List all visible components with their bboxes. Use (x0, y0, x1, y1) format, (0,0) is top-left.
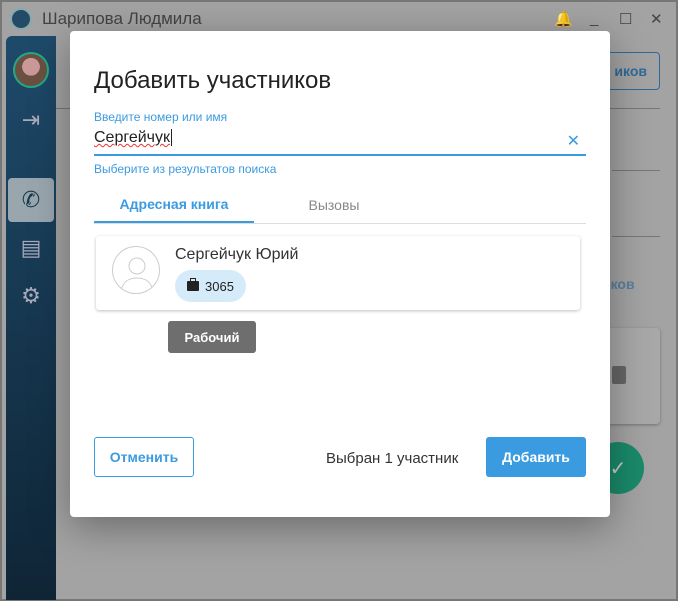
contact-result[interactable]: Сергейчук Юрий 3065 (96, 236, 580, 310)
trash-icon (612, 366, 626, 384)
chat-icon[interactable]: ▤ (6, 226, 56, 270)
tabs: Адресная книга Вызовы (94, 186, 586, 224)
divider (612, 170, 660, 171)
phone-number-chip[interactable]: 3065 (175, 270, 246, 302)
search-hint: Выберите из результатов поиска (94, 162, 277, 176)
contact-name: Сергейчук Юрий (175, 246, 299, 263)
window-title: Шарипова Людмила (42, 9, 202, 28)
search-input[interactable]: Сергейчук ✕ (94, 129, 586, 156)
app-logo (10, 8, 32, 30)
minimize-button[interactable]: _ (590, 10, 598, 27)
logout-icon[interactable]: ⇥ (6, 98, 56, 142)
selected-count: Выбран 1 участник (326, 450, 459, 467)
briefcase-icon (187, 278, 199, 291)
dialog-title: Добавить участников (94, 67, 332, 94)
user-avatar[interactable] (13, 52, 49, 88)
close-button[interactable]: ✕ (650, 10, 663, 28)
add-participants-dialog: Добавить участников Введите номер или им… (70, 31, 610, 517)
search-value: Сергейчук (94, 129, 173, 146)
tab-address-book[interactable]: Адресная книга (94, 186, 254, 223)
search-label: Введите номер или имя (94, 110, 228, 124)
cancel-button[interactable]: Отменить (94, 437, 194, 477)
sidebar: ⇥ ✆ ▤ ⚙ (6, 36, 56, 600)
contact-avatar-icon (112, 246, 160, 294)
tooltip: Рабочий (168, 321, 256, 353)
tab-calls[interactable]: Вызовы (254, 186, 414, 223)
clear-icon[interactable]: ✕ (567, 131, 580, 151)
maximize-button[interactable]: ☐ (619, 10, 632, 28)
add-button[interactable]: Добавить (486, 437, 586, 477)
phone-icon[interactable]: ✆ (8, 178, 54, 222)
divider (612, 236, 660, 237)
gear-icon[interactable]: ⚙ (6, 274, 56, 318)
phone-number: 3065 (205, 278, 234, 294)
bell-icon[interactable]: 🔔 (554, 10, 573, 28)
